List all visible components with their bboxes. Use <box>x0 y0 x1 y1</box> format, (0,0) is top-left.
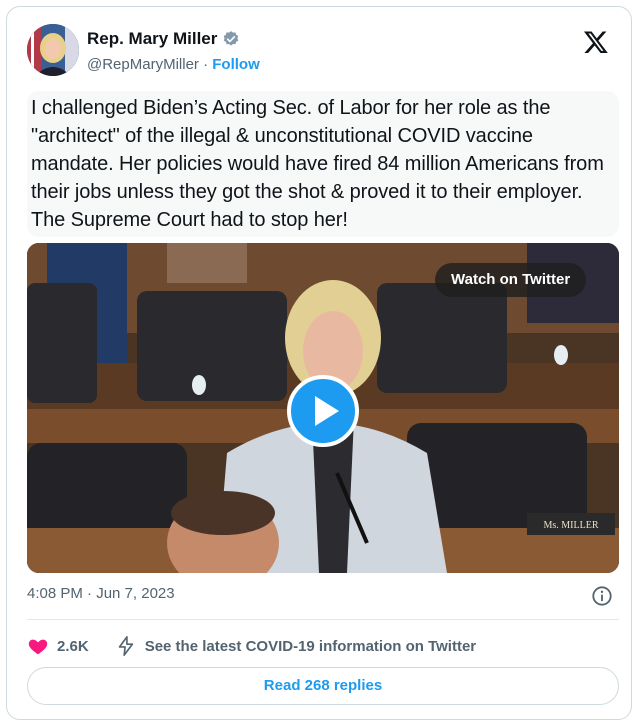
tweet-timestamp[interactable]: 4:08 PM · Jun 7, 2023 <box>27 585 175 602</box>
divider <box>27 619 619 620</box>
follow-button[interactable]: Follow <box>212 56 260 73</box>
tweet-actions: 2.6K See the latest COVID-19 information… <box>27 631 476 661</box>
handle-line: @RepMaryMiller · Follow <box>87 56 260 73</box>
author-info: Rep. Mary Miller <box>87 29 240 49</box>
watch-on-twitter-badge[interactable]: Watch on Twitter <box>435 263 587 297</box>
separator-dot: · <box>203 56 209 73</box>
play-icon[interactable] <box>287 375 359 447</box>
like-button[interactable]: 2.6K <box>27 635 89 657</box>
author-name[interactable]: Rep. Mary Miller <box>87 29 217 49</box>
avatar[interactable] <box>27 24 79 76</box>
covid-info-link[interactable]: See the latest COVID-19 information on T… <box>115 635 476 657</box>
x-logo-icon[interactable] <box>583 29 609 55</box>
like-count: 2.6K <box>57 637 89 655</box>
tweet-text: I challenged Biden’s Acting Sec. of Labo… <box>27 91 619 237</box>
read-replies-button[interactable]: Read 268 replies <box>27 667 619 705</box>
verified-badge-icon <box>224 31 239 46</box>
author-handle[interactable]: @RepMaryMiller <box>87 56 199 73</box>
video-player[interactable]: Ms. MILLER Watch on Twitter <box>27 243 619 573</box>
nameplate-text: Ms. MILLER <box>544 520 599 531</box>
info-icon[interactable] <box>591 585 613 607</box>
tweet-card: Rep. Mary Miller @RepMaryMiller · Follow… <box>6 6 632 720</box>
covid-info-text: See the latest COVID-19 information on T… <box>144 637 477 655</box>
lightning-icon <box>118 636 133 656</box>
heart-icon <box>28 639 48 655</box>
